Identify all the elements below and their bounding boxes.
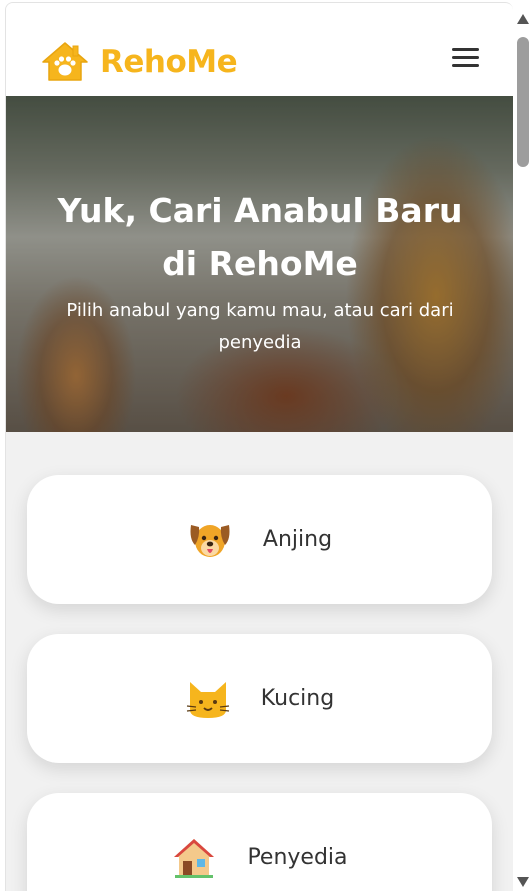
category-card-kucing[interactable]: Kucing	[27, 634, 492, 763]
navbar: RehoMe	[6, 3, 513, 96]
brand-name: RehoMe	[100, 44, 238, 80]
category-label: Kucing	[260, 686, 335, 711]
hamburger-menu-icon[interactable]	[452, 48, 480, 70]
app-frame: RehoMe Yuk, Cari Anabul Baru di RehoMe P…	[5, 2, 513, 891]
scroll-up-arrow-icon[interactable]	[517, 14, 529, 24]
cat-face-icon	[186, 681, 229, 718]
brand[interactable]: RehoMe	[40, 40, 238, 84]
hero-subtitle: Pilih anabul yang kamu mau, atau cari da…	[66, 300, 454, 353]
category-card-anjing[interactable]: Anjing	[27, 475, 492, 604]
category-card-penyedia[interactable]: Penyedia	[27, 793, 492, 891]
category-label: Penyedia	[247, 845, 348, 870]
hero-title: Yuk, Cari Anabul Baru di RehoMe	[57, 191, 463, 283]
category-label: Anjing	[262, 527, 333, 552]
house-icon	[174, 838, 215, 878]
paw-house-icon	[42, 42, 88, 81]
vertical-scrollbar[interactable]	[513, 0, 531, 891]
scroll-down-arrow-icon[interactable]	[517, 877, 529, 887]
dog-face-icon	[190, 524, 230, 557]
scrollbar-thumb[interactable]	[517, 37, 529, 167]
hero-banner: Yuk, Cari Anabul Baru di RehoMe Pilih an…	[6, 96, 513, 432]
